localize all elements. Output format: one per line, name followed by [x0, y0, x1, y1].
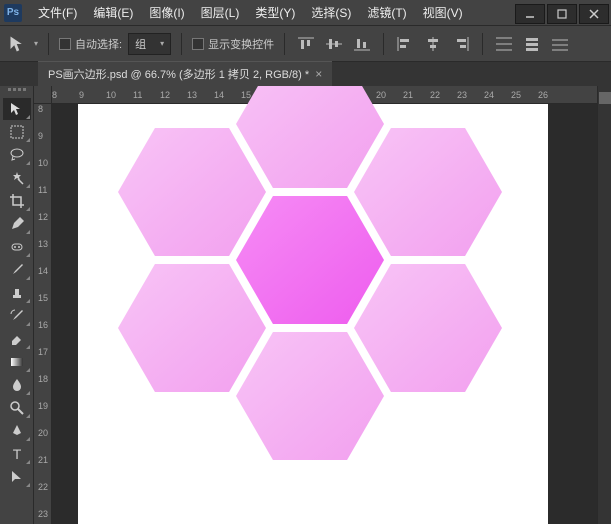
blur-tool[interactable] — [3, 374, 31, 396]
chevron-down-icon: ▾ — [160, 39, 164, 48]
close-tab-icon[interactable]: × — [315, 67, 322, 81]
move-tool[interactable] — [3, 98, 31, 120]
menu-edit[interactable]: 编辑(E) — [85, 0, 141, 25]
hexagon-outer[interactable] — [236, 332, 384, 460]
show-transform-checkbox[interactable] — [192, 38, 204, 50]
align-hcenter-icon[interactable] — [422, 34, 444, 54]
separator — [181, 33, 182, 55]
canvas[interactable] — [78, 104, 548, 524]
options-bar: ▾ 自动选择: 组 ▾ 显示变换控件 — [0, 26, 611, 62]
align-top-icon[interactable] — [295, 34, 317, 54]
toolbox: T — [0, 86, 34, 524]
panel-icon[interactable] — [599, 92, 611, 104]
align-bottom-icon[interactable] — [351, 34, 373, 54]
svg-text:T: T — [12, 446, 21, 462]
magic-wand-tool[interactable] — [3, 167, 31, 189]
clone-stamp-tool[interactable] — [3, 282, 31, 304]
ruler-corner — [34, 86, 52, 104]
document-tabs: PS画六边形.psd @ 66.7% (多边形 1 拷贝 2, RGB/8) *… — [0, 62, 611, 86]
canvas-viewport[interactable] — [52, 104, 597, 524]
brush-tool[interactable] — [3, 259, 31, 281]
align-left-icon[interactable] — [394, 34, 416, 54]
app-logo: Ps — [4, 4, 22, 22]
dodge-tool[interactable] — [3, 397, 31, 419]
menu-layer[interactable]: 图层(L) — [193, 0, 248, 25]
separator — [284, 33, 285, 55]
tool-preset-arrow[interactable]: ▾ — [34, 39, 38, 48]
path-selection-tool[interactable] — [3, 466, 31, 488]
separator — [48, 33, 49, 55]
document-tab-title: PS画六边形.psd @ 66.7% (多边形 1 拷贝 2, RGB/8) * — [48, 66, 309, 82]
auto-select-option[interactable]: 自动选择: — [59, 36, 122, 52]
vertical-ruler[interactable]: 891011121314151617181920212223 — [34, 104, 52, 524]
document-tab[interactable]: PS画六边形.psd @ 66.7% (多边形 1 拷贝 2, RGB/8) *… — [38, 61, 332, 86]
toolbox-handle[interactable] — [0, 88, 33, 96]
main-area: T 891011121314151617181920212223242526 8… — [0, 86, 611, 524]
main-menu: 文件(F) 编辑(E) 图像(I) 图层(L) 类型(Y) 选择(S) 滤镜(T… — [30, 0, 471, 25]
menu-select[interactable]: 选择(S) — [303, 0, 359, 25]
show-transform-option[interactable]: 显示变换控件 — [192, 36, 274, 52]
lasso-tool[interactable] — [3, 144, 31, 166]
align-vcenter-icon[interactable] — [323, 34, 345, 54]
auto-select-label: 自动选择: — [75, 36, 122, 52]
type-tool[interactable]: T — [3, 443, 31, 465]
auto-select-target-dropdown[interactable]: 组 ▾ — [128, 33, 171, 55]
menu-image[interactable]: 图像(I) — [141, 0, 192, 25]
eyedropper-tool[interactable] — [3, 213, 31, 235]
title-bar: Ps 文件(F) 编辑(E) 图像(I) 图层(L) 类型(Y) 选择(S) 滤… — [0, 0, 611, 26]
close-button[interactable] — [579, 4, 609, 24]
separator — [482, 33, 483, 55]
window-controls — [515, 2, 611, 24]
distribute-vcenter-icon[interactable] — [521, 34, 543, 54]
menu-view[interactable]: 视图(V) — [415, 0, 471, 25]
pen-tool[interactable] — [3, 420, 31, 442]
history-brush-tool[interactable] — [3, 305, 31, 327]
show-transform-label: 显示变换控件 — [208, 36, 274, 52]
dropdown-value: 组 — [135, 36, 146, 52]
auto-select-checkbox[interactable] — [59, 38, 71, 50]
menu-filter[interactable]: 滤镜(T) — [359, 0, 414, 25]
distribute-bottom-icon[interactable] — [549, 34, 571, 54]
marquee-tool[interactable] — [3, 121, 31, 143]
move-tool-icon[interactable] — [8, 34, 28, 54]
menu-type[interactable]: 类型(Y) — [247, 0, 303, 25]
crop-tool[interactable] — [3, 190, 31, 212]
menu-file[interactable]: 文件(F) — [30, 0, 85, 25]
distribute-top-icon[interactable] — [493, 34, 515, 54]
maximize-button[interactable] — [547, 4, 577, 24]
align-right-icon[interactable] — [450, 34, 472, 54]
healing-brush-tool[interactable] — [3, 236, 31, 258]
canvas-area: 891011121314151617181920212223242526 891… — [34, 86, 597, 524]
separator — [383, 33, 384, 55]
gradient-tool[interactable] — [3, 351, 31, 373]
right-panel-dock[interactable] — [597, 86, 611, 524]
eraser-tool[interactable] — [3, 328, 31, 350]
minimize-button[interactable] — [515, 4, 545, 24]
